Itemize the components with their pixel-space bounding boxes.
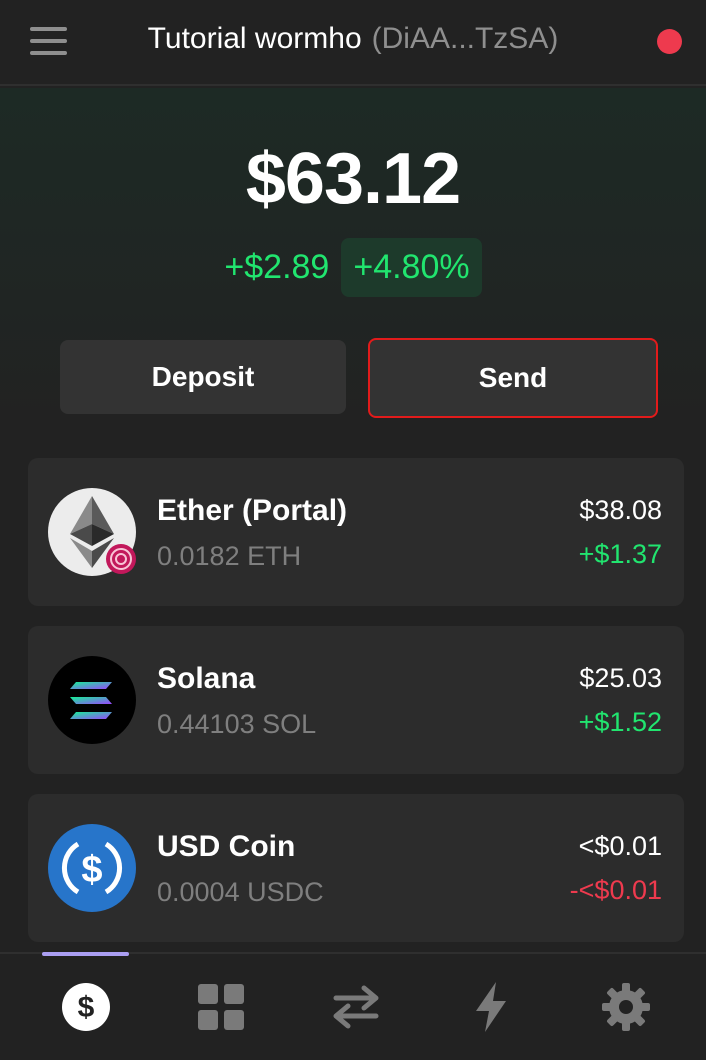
lightning-icon [474,982,508,1032]
token-amount: 0.44103 SOL [157,709,317,739]
send-button[interactable]: Send [368,338,658,418]
token-value: $25.03 [579,663,662,693]
balance-change-percent: +4.80% [341,238,482,297]
token-amount: 0.0004 USDC [157,877,324,907]
ethereum-icon [48,488,136,576]
wallet-address: (DiAA...TzSA) [371,22,559,55]
wallet-selector[interactable]: Tutorial wormho (DiAA...TzSA) [0,22,706,56]
svg-text:$: $ [81,849,102,891]
token-row-ether[interactable]: Ether (Portal) 0.0182 ETH $38.08 +$1.37 [28,458,684,606]
token-amount: 0.0182 ETH [157,541,302,571]
solana-icon [48,656,136,744]
tab-settings[interactable] [566,954,686,1060]
grid-icon [198,984,244,1030]
bottom-tab-bar: $ [0,952,706,1060]
tab-wallet[interactable]: $ [26,954,146,1060]
svg-text:$: $ [78,991,95,1024]
total-balance: $63.12 [245,139,461,219]
token-change: +$1.52 [578,707,662,737]
tab-activity[interactable] [431,954,551,1060]
token-value: $38.08 [579,495,662,525]
top-header: Tutorial wormho (DiAA...TzSA) [0,0,706,86]
token-change: +$1.37 [578,539,662,569]
deposit-button[interactable]: Deposit [60,340,346,414]
gear-icon [602,983,650,1031]
tab-swap[interactable] [296,954,416,1060]
wallet-name: Tutorial wormho [147,22,362,55]
token-name: USD Coin [157,830,296,863]
usdc-icon: $ [48,824,136,912]
token-row-usdc[interactable]: $ USD Coin 0.0004 USDC <$0.01 -<$0.01 [28,794,684,942]
token-value: <$0.01 [578,831,662,861]
connection-status-dot[interactable] [657,29,682,54]
dollar-icon: $ [62,983,110,1031]
tab-collectibles[interactable] [161,954,281,1060]
token-name: Ether (Portal) [157,494,348,527]
balance-change-amount: +$2.89 [224,248,330,286]
swap-arrows-icon [332,984,380,1030]
balance-change-row: +$2.89 +4.80% [0,238,706,297]
token-name: Solana [157,662,256,695]
token-row-solana[interactable]: Solana 0.44103 SOL $25.03 +$1.52 [28,626,684,774]
token-change: -<$0.01 [569,875,662,905]
